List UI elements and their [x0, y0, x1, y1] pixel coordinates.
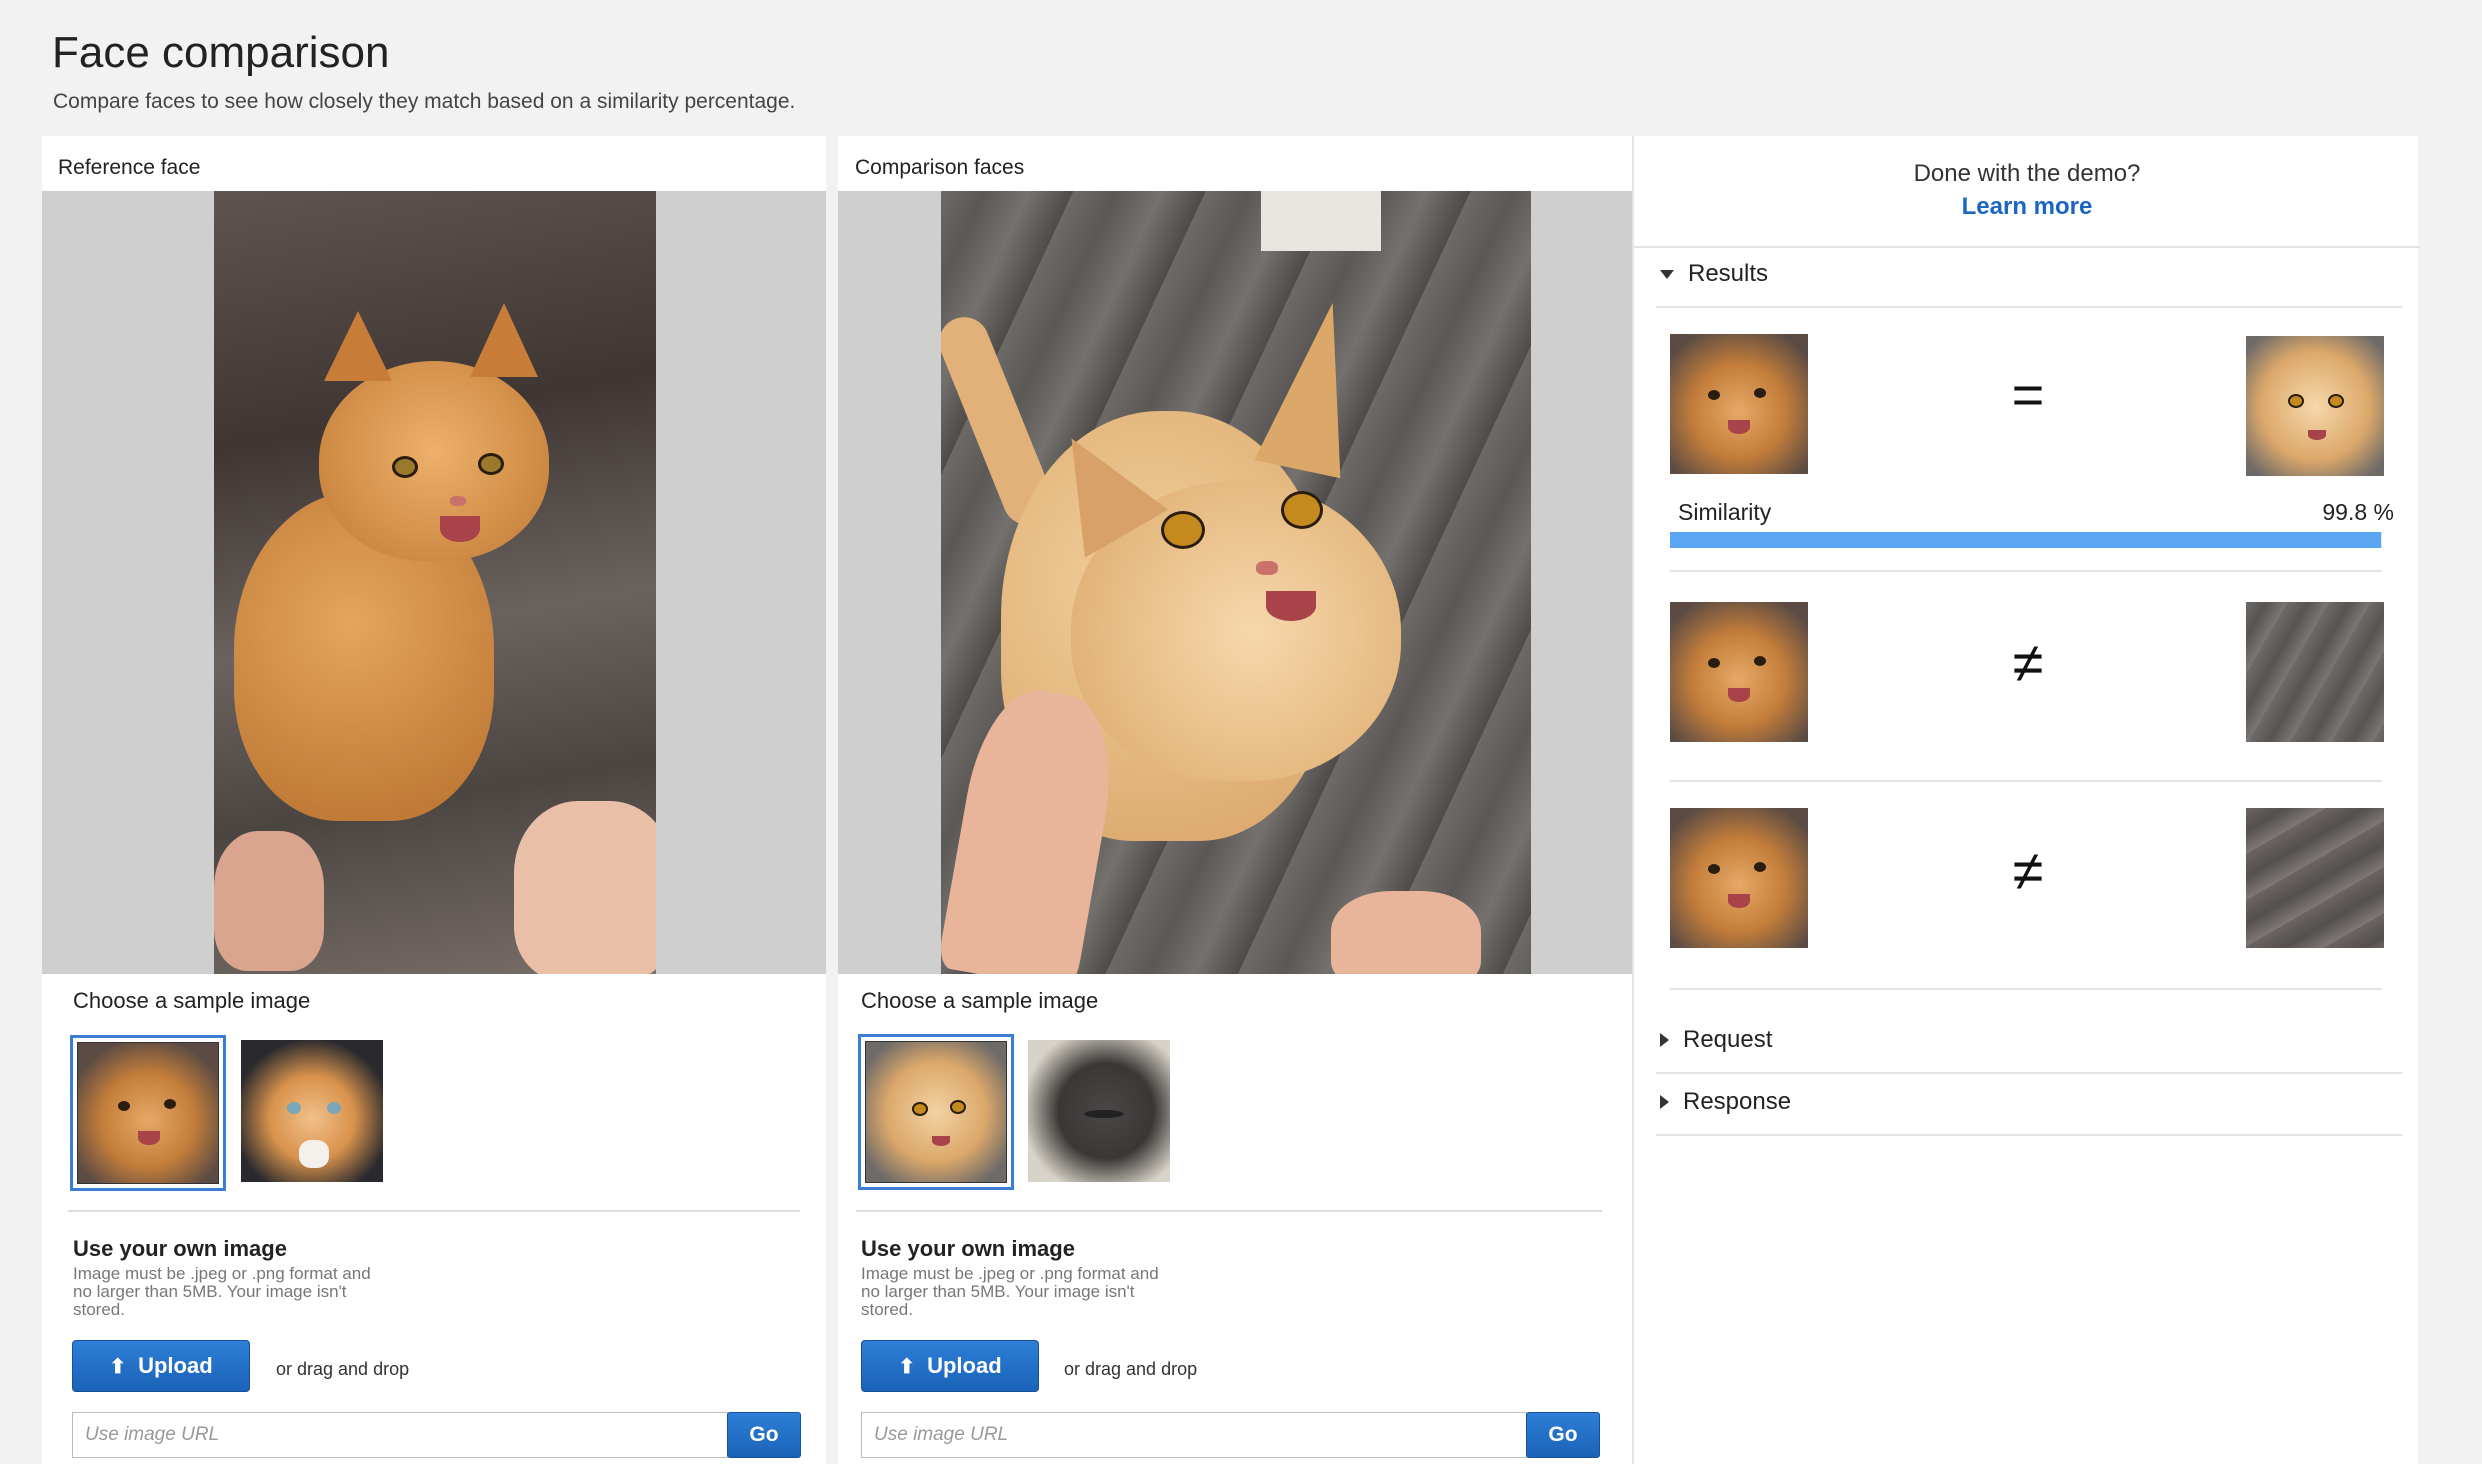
- reference-own-image-title: Use your own image: [73, 1236, 287, 1261]
- no-match-icon: ≠: [2012, 839, 2044, 902]
- reference-upload-label: Upload: [138, 1353, 213, 1378]
- response-toggle[interactable]: Response: [1660, 1088, 1791, 1116]
- row-divider-2: [1670, 780, 2382, 782]
- results-label: Results: [1688, 260, 1769, 287]
- top-divider: [1634, 246, 2420, 248]
- reference-drag-text: or drag and drop: [276, 1359, 410, 1379]
- results-toggle[interactable]: Results: [1660, 260, 1768, 288]
- comparison-photo: [941, 191, 1531, 974]
- row-divider-3: [1670, 988, 2382, 990]
- results-panel: Done with the demo? Learn more Results =…: [1632, 136, 2420, 1464]
- result-reference-thumb-2: [1670, 602, 1808, 742]
- comparison-divider: [856, 1210, 1602, 1212]
- reference-go-button[interactable]: Go: [727, 1412, 801, 1458]
- comparison-drag-text: or drag and drop: [1064, 1359, 1198, 1379]
- page-subtitle: Compare faces to see how closely they ma…: [53, 90, 796, 113]
- similarity-value: 99.8 %: [2322, 499, 2394, 525]
- comparison-go-button[interactable]: Go: [1526, 1412, 1600, 1458]
- comparison-upload-label: Upload: [927, 1353, 1002, 1378]
- result-reference-thumb-1: [1670, 334, 1808, 474]
- reference-own-image-note: Image must be .jpeg or .png format and n…: [73, 1264, 371, 1319]
- result-comparison-thumb-1: [2246, 336, 2384, 476]
- caret-right-icon: [1660, 1033, 1669, 1047]
- no-match-icon: ≠: [2012, 631, 2044, 694]
- caret-right-icon: [1660, 1095, 1669, 1109]
- comparison-url-input[interactable]: [861, 1412, 1527, 1458]
- results-divider: [1656, 306, 2402, 308]
- comparison-choose-label: Choose a sample image: [861, 988, 1099, 1013]
- face-comparison-page: Face comparison Compare faces to see how…: [0, 0, 2482, 1464]
- comparison-label: Comparison faces: [855, 156, 1025, 179]
- reference-divider: [68, 1210, 800, 1212]
- reference-label: Reference face: [58, 156, 201, 179]
- reference-sample-2[interactable]: [237, 1036, 387, 1186]
- request-toggle[interactable]: Request: [1660, 1026, 1772, 1054]
- comparison-upload-button[interactable]: ⬆ Upload: [861, 1340, 1039, 1392]
- reference-image-area[interactable]: [42, 191, 826, 974]
- reference-sample-1[interactable]: [70, 1035, 226, 1191]
- reference-photo: [214, 191, 656, 974]
- upload-icon: ⬆: [898, 1355, 916, 1378]
- match-equal-icon: =: [2011, 363, 2045, 426]
- comparison-image-area[interactable]: [838, 191, 1632, 974]
- comparison-own-image-title: Use your own image: [861, 1236, 1075, 1261]
- request-divider: [1656, 1072, 2402, 1074]
- done-with-demo-text: Done with the demo?: [1913, 160, 2141, 187]
- reference-url-input[interactable]: [72, 1412, 728, 1458]
- row-divider-1: [1670, 570, 2382, 572]
- reference-choose-label: Choose a sample image: [73, 988, 311, 1013]
- caret-down-icon: [1660, 269, 1674, 279]
- comparison-own-image-note: Image must be .jpeg or .png format and n…: [861, 1264, 1159, 1319]
- page-title: Face comparison: [52, 28, 390, 77]
- upload-icon: ⬆: [109, 1355, 127, 1378]
- learn-more-link[interactable]: Learn more: [1634, 193, 2420, 221]
- result-comparison-thumb-2: [2246, 602, 2384, 742]
- response-divider: [1656, 1134, 2402, 1136]
- similarity-bar-fill: [1670, 532, 2381, 548]
- similarity-bar: [1670, 532, 2382, 548]
- comparison-sample-2[interactable]: [1024, 1036, 1174, 1186]
- comparison-sample-1[interactable]: [858, 1034, 1014, 1190]
- request-label: Request: [1683, 1026, 1773, 1053]
- response-label: Response: [1683, 1088, 1792, 1115]
- reference-upload-button[interactable]: ⬆ Upload: [72, 1340, 250, 1392]
- result-reference-thumb-3: [1670, 808, 1808, 948]
- result-comparison-thumb-3: [2246, 808, 2384, 948]
- similarity-label: Similarity: [1678, 499, 1772, 525]
